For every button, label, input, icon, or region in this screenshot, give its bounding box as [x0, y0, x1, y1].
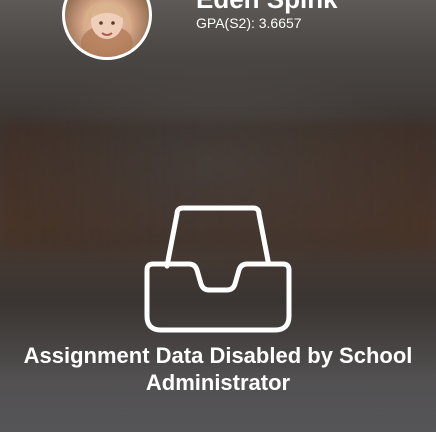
disabled-message: Assignment Data Disabled by School Admin… [23, 343, 413, 395]
avatar-photo [81, 1, 133, 57]
student-avatar[interactable] [62, 0, 152, 60]
student-name: Eden Spink [196, 0, 338, 12]
inbox-tray-icon [144, 205, 292, 333]
gpa-label: GPA(S2): 3.6657 [196, 15, 302, 31]
student-header: Eden Spink GPA(S2): 3.6657 [0, 0, 436, 62]
